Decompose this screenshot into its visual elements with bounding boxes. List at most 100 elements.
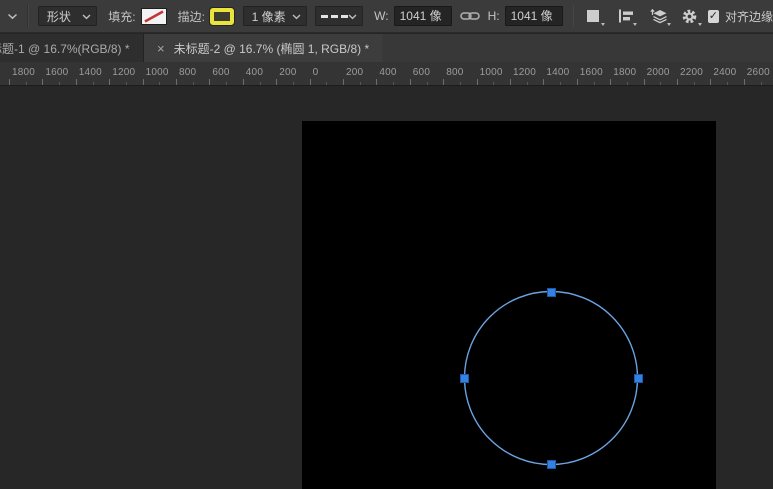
stroke-width-select[interactable]: 1 像素 <box>243 6 308 26</box>
tab-title: 未标题-2 @ 16.7% (椭圆 1, RGB/8) * <box>174 40 370 57</box>
ruler-minor-tick <box>126 82 127 85</box>
close-tab-icon[interactable]: × <box>157 42 165 55</box>
ruler-tick <box>510 79 511 85</box>
photoshop-window: 形状 填充: 描边: 1 像素 W: 1041 像 H <box>0 0 773 489</box>
chevron-down-icon <box>292 9 301 23</box>
stroke-width-value: 1 像素 <box>252 8 286 25</box>
ruler-tick <box>376 79 377 85</box>
path-operations-button[interactable] <box>584 4 601 28</box>
ruler-minor-tick <box>159 82 160 85</box>
ruler-unit-label: 800 <box>446 67 463 78</box>
divider <box>573 5 575 27</box>
ruler-minor-tick <box>59 82 60 85</box>
document-tab-untitled-1[interactable]: 未标题-1 @ 16.7%(RGB/8) * <box>0 34 144 63</box>
ruler-minor-tick <box>427 82 428 85</box>
ruler-unit-label: 800 <box>179 67 196 78</box>
ruler-tick <box>744 79 745 85</box>
align-edges-checkbox[interactable]: ✓ <box>708 10 719 23</box>
horizontal-ruler[interactable]: 1800160014001200100080060040020002004006… <box>0 62 773 86</box>
ruler-tick <box>310 79 311 85</box>
ruler-minor-tick <box>193 82 194 85</box>
tool-preset-chevron-icon[interactable] <box>7 13 18 20</box>
chevron-down-icon <box>82 9 91 23</box>
stroke-type-select[interactable] <box>315 6 363 26</box>
path-anchor-point[interactable] <box>460 374 469 383</box>
height-field[interactable]: 1041 像 <box>505 6 563 26</box>
ruler-minor-tick <box>93 82 94 85</box>
tool-mode-select[interactable]: 形状 <box>38 6 97 26</box>
ruler-tick <box>610 79 611 85</box>
ruler-minor-tick <box>594 82 595 85</box>
ruler-unit-label: 600 <box>413 67 430 78</box>
ruler-tick <box>343 79 344 85</box>
ruler-unit-label: 1000 <box>480 67 503 78</box>
ruler-tick <box>209 79 210 85</box>
workspace-pasteboard[interactable] <box>0 86 773 489</box>
height-label: H: <box>488 9 500 23</box>
ruler-tick <box>443 79 444 85</box>
ruler-minor-tick <box>26 82 27 85</box>
document-tab-bar: 未标题-1 @ 16.7%(RGB/8) * × 未标题-2 @ 16.7% (… <box>0 33 773 63</box>
ruler-unit-label: 1000 <box>146 67 169 78</box>
gear-icon <box>681 8 698 25</box>
ruler-minor-tick <box>260 82 261 85</box>
ruler-unit-label: 2200 <box>680 67 703 78</box>
ruler-minor-tick <box>560 82 561 85</box>
tab-title: 未标题-1 @ 16.7%(RGB/8) * <box>0 40 130 57</box>
ruler-tick <box>543 79 544 85</box>
ruler-minor-tick <box>326 82 327 85</box>
ruler-unit-label: 400 <box>246 67 263 78</box>
ruler-unit-label: 1800 <box>12 67 35 78</box>
link-dimensions-icon[interactable] <box>460 10 480 22</box>
ruler-unit-label: 200 <box>346 67 363 78</box>
divider <box>27 5 29 27</box>
tool-mode-value: 形状 <box>47 8 71 25</box>
ruler-minor-tick <box>493 82 494 85</box>
ruler-tick <box>276 79 277 85</box>
align-edges-label: 对齐边缘 <box>725 8 773 25</box>
path-arrangement-button[interactable] <box>649 4 668 28</box>
ruler-unit-label: 2000 <box>647 67 670 78</box>
ruler-tick <box>243 79 244 85</box>
ruler-tick <box>410 79 411 85</box>
ruler-tick <box>176 79 177 85</box>
ruler-unit-label: 600 <box>212 67 229 78</box>
ruler-minor-tick <box>627 82 628 85</box>
ruler-tick <box>76 79 77 85</box>
stroke-label: 描边: <box>178 8 205 25</box>
ruler-minor-tick <box>293 82 294 85</box>
ruler-tick <box>477 79 478 85</box>
path-anchor-point[interactable] <box>547 288 556 297</box>
stroke-swatch[interactable] <box>210 8 234 25</box>
dashed-line-icon <box>321 15 348 18</box>
fill-swatch-none[interactable] <box>141 8 167 25</box>
ellipse-path-svg <box>302 121 716 489</box>
path-anchor-point[interactable] <box>547 460 556 469</box>
ruler-tick <box>677 79 678 85</box>
chevron-down-icon <box>348 9 357 23</box>
ruler-tick <box>577 79 578 85</box>
width-field[interactable]: 1041 像 <box>394 6 452 26</box>
ruler-minor-tick <box>694 82 695 85</box>
ruler-unit-label: 1400 <box>546 67 569 78</box>
ellipse-path <box>465 292 638 465</box>
ruler-tick <box>710 79 711 85</box>
document-tab-untitled-2[interactable]: × 未标题-2 @ 16.7% (椭圆 1, RGB/8) * <box>144 34 382 63</box>
ruler-unit-label: 1400 <box>79 67 102 78</box>
path-anchor-point[interactable] <box>634 374 643 383</box>
ruler-unit-label: 2600 <box>747 67 770 78</box>
ruler-minor-tick <box>360 82 361 85</box>
document-canvas[interactable] <box>302 121 716 489</box>
ruler-unit-label: 1600 <box>580 67 603 78</box>
ruler-minor-tick <box>226 82 227 85</box>
ruler-tick <box>42 79 43 85</box>
ruler-unit-label: 400 <box>379 67 396 78</box>
ruler-minor-tick <box>460 82 461 85</box>
path-alignment-button[interactable] <box>617 4 634 28</box>
no-fill-icon <box>142 9 166 24</box>
ruler-tick <box>109 79 110 85</box>
ruler-minor-tick <box>727 82 728 85</box>
ruler-unit-label: 1600 <box>45 67 68 78</box>
shape-options-gear-button[interactable] <box>681 4 698 28</box>
ruler-tick <box>9 79 10 85</box>
